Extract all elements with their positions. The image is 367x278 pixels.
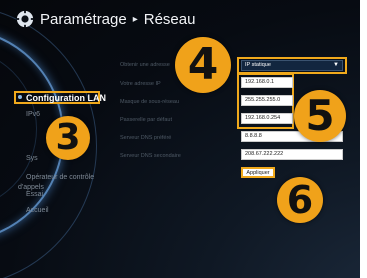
label-subnet-mask: Masque de sous-réseau xyxy=(120,99,180,105)
apply-button[interactable]: Appliquer xyxy=(241,167,275,178)
active-indicator-icon xyxy=(18,95,22,99)
sidebar-item-essai[interactable]: Essai xyxy=(26,191,43,198)
label-gateway: Passerelle par défaut xyxy=(120,117,172,123)
sidebar-item-ipv6[interactable]: IPv6 xyxy=(26,111,40,118)
callout-badge-4: 4 xyxy=(175,37,231,93)
page-section: Réseau xyxy=(143,10,196,28)
page-title: Paramétrage xyxy=(40,10,127,28)
callout-badge-6: 6 xyxy=(277,177,323,223)
label-obtain-address: Obtenir une adresse xyxy=(120,62,170,68)
sidebar-item-sys[interactable]: Sys xyxy=(26,155,38,162)
address-mode-select[interactable]: IP statique ▼ xyxy=(241,60,343,71)
subnet-mask-field[interactable]: 255.255.255.0 xyxy=(241,95,293,106)
sidebar-item-operateur[interactable]: Opérateur de contrôle xyxy=(26,174,94,181)
breadcrumb-separator-icon: ▸ xyxy=(132,13,138,25)
callout-badge-3: 3 xyxy=(46,116,90,160)
label-dns-secondary: Serveur DNS secondaire xyxy=(120,153,181,159)
gateway-field[interactable]: 192.168.0.254 xyxy=(241,113,293,124)
gear-icon xyxy=(16,10,34,28)
dns-secondary-field[interactable]: 208.67.222.222 xyxy=(241,149,343,160)
sidebar-item-configuration-lan[interactable]: Configuration LAN xyxy=(26,93,106,103)
label-ip-address: Votre adresse IP xyxy=(120,81,161,87)
settings-screen: Paramétrage ▸ Réseau Configuration LAN I… xyxy=(0,0,360,278)
dropdown-arrow-icon: ▼ xyxy=(333,62,339,68)
sidebar-item-appels[interactable]: d'appels xyxy=(18,184,44,191)
label-dns-preferred: Serveur DNS préféré xyxy=(120,135,172,141)
ip-address-field[interactable]: 192.168.0.1 xyxy=(241,77,293,88)
sidebar-item-accueil[interactable]: Accueil xyxy=(26,207,49,214)
address-mode-value: IP statique xyxy=(245,62,271,68)
callout-badge-5: 5 xyxy=(294,90,346,142)
breadcrumb: Paramétrage ▸ Réseau xyxy=(16,10,195,28)
